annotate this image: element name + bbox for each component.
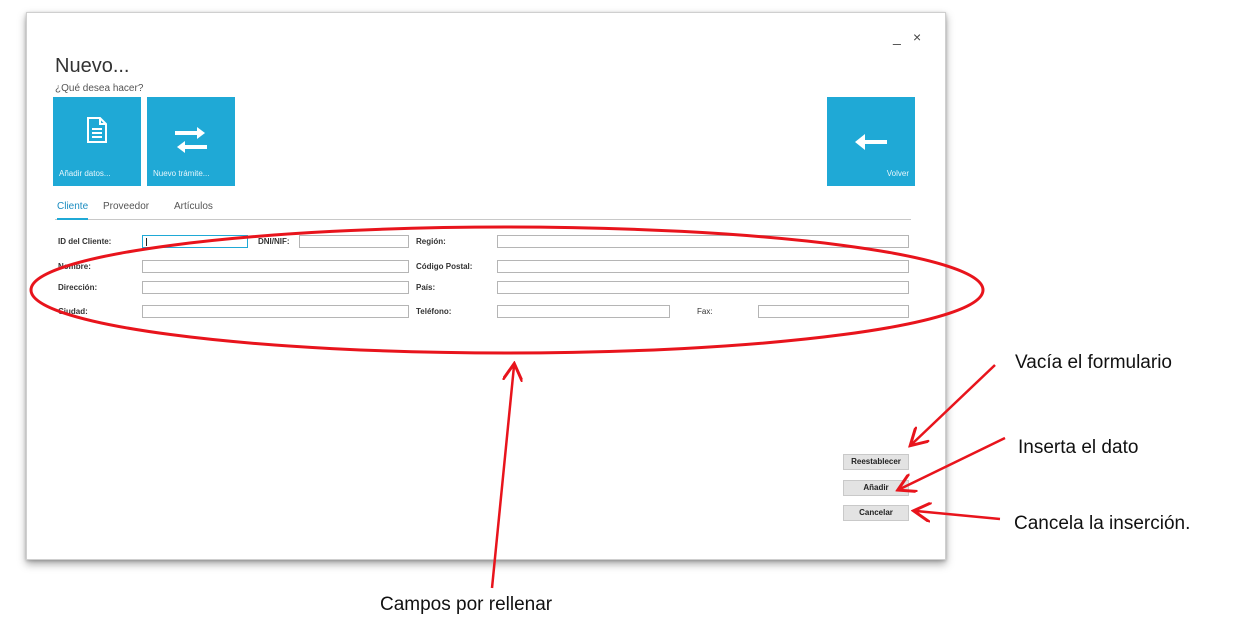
fax-field[interactable] bbox=[758, 305, 909, 318]
dni-label: DNI/NIF: bbox=[258, 237, 290, 246]
tab-proveedor[interactable]: Proveedor bbox=[103, 201, 149, 212]
country-field[interactable] bbox=[497, 281, 909, 294]
region-label: Región: bbox=[416, 237, 446, 246]
document-icon bbox=[87, 117, 107, 143]
postal-code-field[interactable] bbox=[497, 260, 909, 273]
new-procedure-tile-label: Nuevo trámite... bbox=[153, 169, 210, 178]
add-annotation: Inserta el dato bbox=[1018, 437, 1139, 458]
window-title: Nuevo... bbox=[55, 55, 130, 77]
country-label: País: bbox=[416, 283, 436, 292]
reset-button[interactable]: Reestablecer bbox=[843, 454, 909, 470]
tab-articulos[interactable]: Artículos bbox=[174, 201, 213, 212]
phone-label: Teléfono: bbox=[416, 307, 452, 316]
window-subtitle: ¿Qué desea hacer? bbox=[55, 83, 144, 94]
cancel-annotation: Cancela la inserción. bbox=[1014, 513, 1191, 534]
name-field[interactable] bbox=[142, 260, 409, 273]
fax-label: Fax: bbox=[697, 307, 713, 316]
tab-cliente[interactable]: Cliente bbox=[57, 201, 89, 220]
city-field[interactable] bbox=[142, 305, 409, 318]
new-record-window: _ × Nuevo... ¿Qué desea hacer? Añadir da… bbox=[26, 12, 946, 560]
dni-field[interactable] bbox=[299, 235, 409, 248]
cancel-button[interactable]: Cancelar bbox=[843, 505, 909, 521]
city-label: Ciudad: bbox=[58, 307, 88, 316]
reset-annotation: Vacía el formulario bbox=[1015, 352, 1172, 373]
client-id-label: ID del Cliente: bbox=[58, 237, 112, 246]
add-data-tile[interactable]: Añadir datos... bbox=[53, 97, 141, 186]
address-field[interactable] bbox=[142, 281, 409, 294]
back-tile[interactable]: Volver bbox=[827, 97, 915, 186]
add-button[interactable]: Añadir bbox=[843, 480, 909, 496]
region-field[interactable] bbox=[497, 235, 909, 248]
swap-arrows-icon bbox=[175, 127, 207, 153]
phone-field[interactable] bbox=[497, 305, 670, 318]
arrow-left-icon bbox=[855, 134, 887, 150]
address-label: Dirección: bbox=[58, 283, 98, 292]
add-data-tile-label: Añadir datos... bbox=[59, 169, 111, 178]
name-label: Nombre: bbox=[58, 262, 91, 271]
fields-annotation: Campos por rellenar bbox=[380, 594, 553, 615]
text-caret bbox=[146, 238, 147, 246]
back-tile-label: Volver bbox=[886, 169, 909, 178]
tab-bar: Cliente Proveedor Artículos bbox=[55, 201, 911, 220]
new-procedure-tile[interactable]: Nuevo trámite... bbox=[147, 97, 235, 186]
postal-code-label: Código Postal: bbox=[416, 262, 473, 271]
client-id-field[interactable] bbox=[142, 235, 248, 248]
close-button[interactable]: × bbox=[913, 29, 921, 45]
minimize-button[interactable]: _ bbox=[893, 29, 901, 45]
